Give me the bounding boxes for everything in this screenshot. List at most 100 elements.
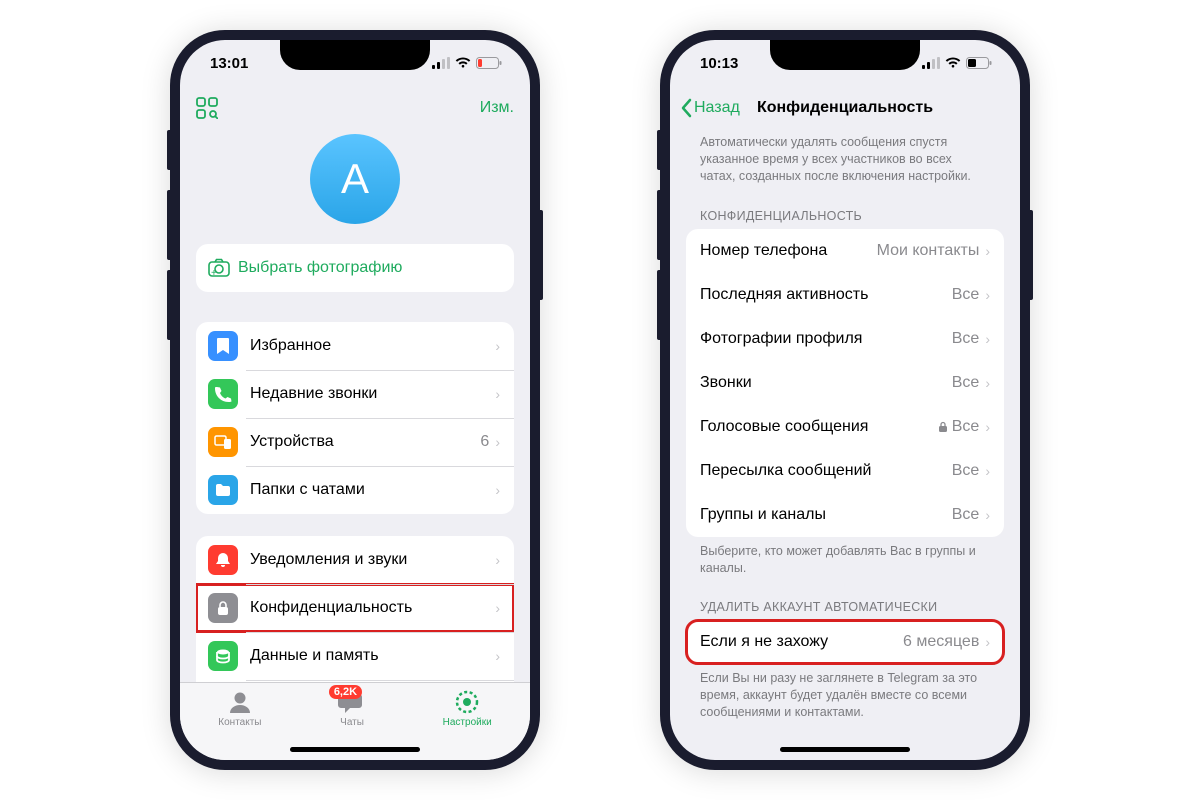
privacy-footer: Выберите, кто может добавлять Вас в груп… <box>670 537 1020 577</box>
signal-icon <box>432 57 450 69</box>
privacy-row[interactable]: ЗвонкиВсе › <box>686 361 1004 405</box>
privacy-row-value: Все <box>952 374 980 392</box>
screen-settings: 13:01 Изм. A + Выб <box>180 40 530 760</box>
row-value: 6 <box>480 433 489 451</box>
disk-icon <box>208 641 238 671</box>
wifi-icon <box>455 57 471 69</box>
privacy-row-label: Звонки <box>700 374 952 392</box>
chevron-right-icon: › <box>985 375 990 391</box>
row-label: Устройства <box>250 433 480 451</box>
choose-photo-button[interactable]: + Выбрать фотографию <box>196 244 514 292</box>
privacy-row[interactable]: Группы и каналыВсе › <box>686 493 1004 537</box>
privacy-row[interactable]: Последняя активностьВсе › <box>686 273 1004 317</box>
privacy-row-value: Мои контакты <box>877 242 980 260</box>
battery-icon <box>966 57 992 69</box>
status-icons <box>432 57 502 69</box>
inactive-period-value: 6 месяцев <box>903 633 979 651</box>
chevron-right-icon: › <box>985 507 990 523</box>
settings-icon <box>453 689 481 715</box>
phone-frame-left: 13:01 Изм. A + Выб <box>170 30 540 770</box>
svg-text:+: + <box>211 268 217 278</box>
folder-icon <box>208 475 238 505</box>
privacy-navbar: Назад Конфиденциальность <box>670 86 1020 130</box>
settings-row-lock[interactable]: Конфиденциальность› <box>196 584 514 632</box>
avatar[interactable]: A <box>310 134 400 224</box>
row-label: Избранное <box>250 337 495 355</box>
home-indicator <box>780 747 910 752</box>
privacy-row-label: Пересылка сообщений <box>700 462 952 480</box>
privacy-row-value: Все <box>952 462 980 480</box>
settings-row-disk[interactable]: Данные и память› <box>196 632 514 680</box>
privacy-row-value: Все <box>952 330 980 348</box>
choose-photo-label: Выбрать фотографию <box>238 259 500 277</box>
settings-row-bell[interactable]: Уведомления и звуки› <box>196 536 514 584</box>
row-label: Папки с чатами <box>250 481 495 499</box>
screen-privacy: 10:13 Назад Конфиденциальность Автоматич… <box>670 40 1020 760</box>
privacy-row[interactable]: Пересылка сообщенийВсе › <box>686 449 1004 493</box>
chevron-right-icon: › <box>985 243 990 259</box>
chevron-right-icon: › <box>495 648 500 664</box>
tab-contacts[interactable]: Контакты <box>218 689 261 728</box>
status-time: 10:13 <box>700 55 738 72</box>
privacy-row-label: Голосовые сообщения <box>700 418 938 436</box>
inactive-period-label: Если я не захожу <box>700 633 903 651</box>
settings-row-devices[interactable]: Устройства6› <box>196 418 514 466</box>
privacy-row-value: Все <box>952 506 980 524</box>
status-time: 13:01 <box>210 55 248 72</box>
autodelete-section: Если я не захожу 6 месяцев › <box>686 620 1004 664</box>
lock-icon <box>938 421 948 433</box>
tabbar: Контакты 6,2K Чаты Настройки <box>180 682 530 760</box>
privacy-row-label: Номер телефона <box>700 242 877 260</box>
qr-icon[interactable] <box>196 97 218 119</box>
settings-row-folder[interactable]: Папки с чатами› <box>196 466 514 514</box>
chevron-right-icon: › <box>495 600 500 616</box>
settings-row-bookmark[interactable]: Избранное› <box>196 322 514 370</box>
chevron-right-icon: › <box>495 482 500 498</box>
privacy-row[interactable]: Фотографии профиляВсе› <box>686 317 1004 361</box>
chevron-right-icon: › <box>495 338 500 354</box>
chevron-right-icon: › <box>985 287 990 303</box>
chevron-right-icon: › <box>985 419 990 435</box>
settings-group-2: Уведомления и звуки›Конфиденциальность›Д… <box>196 536 514 682</box>
settings-row-phone[interactable]: Недавние звонки› <box>196 370 514 418</box>
phone-icon <box>208 379 238 409</box>
privacy-row[interactable]: Номер телефонаМои контакты › <box>686 229 1004 273</box>
privacy-row-label: Последняя активность <box>700 286 952 304</box>
edit-button[interactable]: Изм. <box>480 99 514 117</box>
privacy-row-value: Все <box>938 418 980 436</box>
autodelete-footer: Если Вы ни разу не заглянете в Telegram … <box>670 664 1020 721</box>
camera-plus-icon: + <box>208 253 230 283</box>
chevron-right-icon: › <box>985 634 990 650</box>
inactive-period-row[interactable]: Если я не захожу 6 месяцев › <box>686 620 1004 664</box>
lock-icon <box>208 593 238 623</box>
battery-low-icon <box>476 57 502 69</box>
row-label: Конфиденциальность <box>250 599 495 617</box>
tab-chats[interactable]: 6,2K Чаты <box>338 689 366 728</box>
row-label: Недавние звонки <box>250 385 495 403</box>
back-button[interactable]: Назад <box>680 98 740 118</box>
contacts-icon <box>226 689 254 715</box>
chevron-right-icon: › <box>495 552 500 568</box>
privacy-content: Автоматически удалять сообщения спустя у… <box>670 130 1020 732</box>
privacy-section-header: КОНФИДЕНЦИАЛЬНОСТЬ <box>670 185 1020 229</box>
home-indicator <box>290 747 420 752</box>
settings-header: Изм. <box>180 86 530 130</box>
signal-icon <box>922 57 940 69</box>
privacy-row[interactable]: Голосовые сообщенияВсе › <box>686 405 1004 449</box>
privacy-row-label: Группы и каналы <box>700 506 952 524</box>
row-label: Данные и память <box>250 647 495 665</box>
privacy-row-label: Фотографии профиля <box>700 330 952 348</box>
tab-settings[interactable]: Настройки <box>443 689 492 728</box>
bookmark-icon <box>208 331 238 361</box>
privacy-section: Номер телефонаМои контакты›Последняя акт… <box>686 229 1004 537</box>
settings-group-1: Избранное›Недавние звонки›Устройства6›Па… <box>196 322 514 514</box>
autodelete-top-info: Автоматически удалять сообщения спустя у… <box>670 130 1020 185</box>
devices-icon <box>208 427 238 457</box>
privacy-row-value: Все <box>952 286 980 304</box>
wifi-icon <box>945 57 961 69</box>
chevron-right-icon: › <box>985 463 990 479</box>
chats-badge: 6,2K <box>329 685 362 699</box>
phone-frame-right: 10:13 Назад Конфиденциальность Автоматич… <box>660 30 1030 770</box>
chevron-left-icon <box>680 98 692 118</box>
autodelete-section-header: УДАЛИТЬ АККАУНТ АВТОМАТИЧЕСКИ <box>670 576 1020 620</box>
